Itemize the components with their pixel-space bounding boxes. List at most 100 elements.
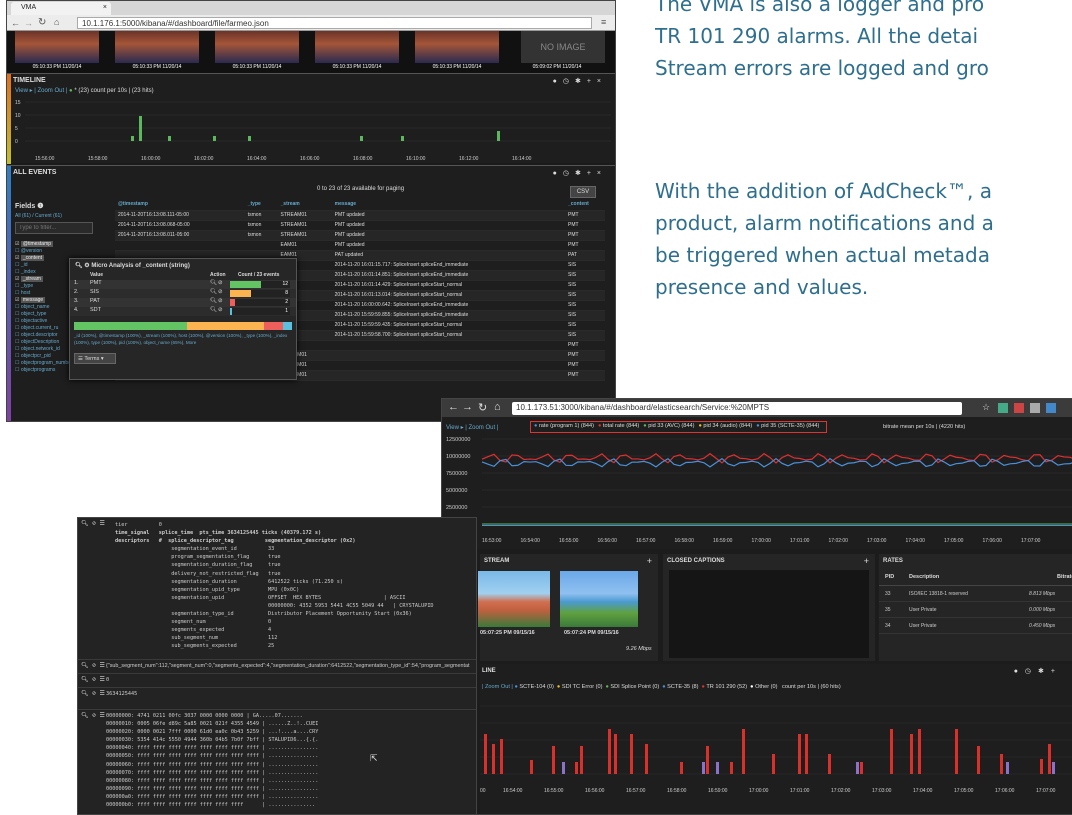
bitrate-controls[interactable]: View ▸ | Zoom Out | [446,424,498,431]
field-checkbox[interactable]: ☑ [15,276,21,282]
url-field[interactable]: 10.1.173.51:3000/kibana/#/dashboard/elas… [512,402,962,415]
table-row[interactable]: EAM01 PMT updated PMT [115,240,605,251]
field-item[interactable]: ☐ objectDescription [15,339,75,346]
block-icon[interactable]: ⊘ [218,289,223,295]
extension-icon[interactable] [1014,403,1024,413]
field-item[interactable]: ☐ object.descriptor [15,332,75,339]
micro-field-links[interactable]: _id (100%), @timestamp (100%), _stream (… [70,330,296,352]
legend-item[interactable]: ● SDI Splice Point (0) [605,684,659,690]
block-icon[interactable]: ⊘ [218,280,223,286]
add-icon[interactable]: + [587,78,597,85]
csv-button[interactable]: CSV [570,186,596,198]
link-icon[interactable]: ◷ [563,78,575,85]
field-checkbox[interactable]: ☑ [15,297,21,303]
block-icon[interactable]: ⊘ [92,712,96,719]
legend-item[interactable]: ● SDI TC Error (0) [557,684,603,690]
search-icon[interactable]: 🔍︎ [210,289,217,295]
column-header[interactable]: message [331,198,565,211]
extension-icon[interactable] [998,403,1008,413]
add-icon[interactable]: + [647,556,652,566]
field-item[interactable]: ☐ objectprogram_number [15,360,75,367]
field-item[interactable]: ☐ _id [15,262,75,269]
field-item[interactable]: ☐ @version [15,248,75,255]
search-icon[interactable]: 🔍︎ [81,520,89,527]
menu-icon[interactable]: ☰ [100,690,105,697]
search-icon[interactable]: 🔍︎ [210,298,217,304]
table-row[interactable]: 2014-11-20T16:13:08.068-05:00 tsmon STREAM… [115,220,605,231]
field-item[interactable]: ☐ object.network_id [15,346,75,353]
gear-icon[interactable]: ✱ [575,170,587,177]
field-item[interactable]: ☐ objectactive [15,318,75,325]
legend-item[interactable]: ● pid 33 (AVC) (844) [643,423,694,429]
legend-item[interactable]: ● SCTE-104 (0) [514,684,553,690]
video-thumbnail[interactable] [115,31,199,63]
field-item[interactable]: ☐ objectpcr_pid [15,353,75,360]
fields-count-link[interactable]: All (61) / Current (61) [15,213,62,219]
legend-item[interactable]: ● pid 35 (SCTE-35) (844) [756,423,819,429]
view-zoom-links[interactable]: View ▸ | Zoom Out | [15,88,67,94]
reload-icon[interactable]: ↻ [478,401,487,414]
link-icon[interactable]: ◷ [563,170,575,177]
home-icon[interactable]: ⌂ [494,401,501,413]
block-icon[interactable]: ⊘ [218,298,223,304]
add-icon[interactable]: + [587,170,597,177]
extension-icon[interactable] [1030,403,1040,413]
column-header[interactable]: _stream [277,198,332,211]
terms-button[interactable]: ☰ Terms ▾ [74,353,116,364]
info-icon[interactable]: ● [1014,668,1025,675]
search-icon[interactable]: 🔍︎ [81,712,89,719]
gear-icon[interactable]: ✱ [1038,668,1051,675]
search-icon[interactable]: 🔍︎ [81,662,89,669]
close-tab-icon[interactable]: × [103,4,107,11]
back-arrow-icon[interactable]: ← [448,401,459,413]
legend-item[interactable]: ● total rate (844) [598,423,639,429]
legend-item[interactable]: ● pid 34 (audio) (844) [698,423,752,429]
info-icon[interactable]: ● [553,170,563,177]
forward-arrow-icon[interactable]: → [462,401,473,413]
field-checkbox[interactable]: ☑ [15,241,21,247]
column-header[interactable]: _content [565,198,605,211]
field-item[interactable]: ☐ _index [15,269,75,276]
field-checkbox[interactable]: ☑ [15,255,21,261]
menu-icon[interactable]: ≡ [601,17,606,27]
browser-tab[interactable]: VMA × [11,2,111,15]
field-item[interactable]: ☑ @timestamp [15,241,75,248]
home-icon[interactable]: ⌂ [54,17,59,27]
block-icon[interactable]: ⊘ [92,520,96,527]
field-filter-input[interactable] [15,222,93,234]
legend-item[interactable]: ● Other (0) [750,684,777,690]
add-icon[interactable]: + [1051,668,1062,675]
search-icon[interactable]: 🔍︎ [210,307,217,313]
search-icon[interactable]: 🔍︎ [81,690,89,697]
search-icon[interactable]: 🔍︎ [81,676,89,683]
zoom-out-link[interactable]: | Zoom Out | [482,684,513,690]
menu-icon[interactable]: ☰ [100,520,105,527]
legend-item[interactable]: ● SCTE-35 (8) [662,684,698,690]
back-arrow-icon[interactable]: ← [11,18,20,28]
video-thumbnail[interactable] [415,31,499,63]
extension-icon[interactable] [1046,403,1056,413]
block-icon[interactable]: ⊘ [92,690,96,697]
close-icon[interactable]: × [597,170,607,177]
info-icon[interactable]: ● [553,78,563,85]
field-item[interactable]: ☑ _content [15,255,75,262]
block-icon[interactable]: ⊘ [92,662,96,669]
field-item[interactable]: ☐ objectprograms [15,367,75,374]
field-item[interactable]: ☐ _type [15,283,75,290]
url-field[interactable]: 10.1.176.1:5000/kibana/#/dashboard/file/… [77,17,592,29]
search-icon[interactable]: 🔍︎ [210,280,217,286]
menu-icon[interactable]: ☰ [100,676,105,683]
field-item[interactable]: ☐ object_name [15,304,75,311]
column-header[interactable]: @timestamp [115,198,245,211]
video-thumbnail[interactable] [215,31,299,63]
legend-item[interactable]: ● rate (program 1) (844) [534,423,594,429]
gear-icon[interactable]: ✱ [575,78,587,85]
column-header[interactable]: _type [244,198,278,211]
add-icon[interactable]: + [864,556,869,566]
reload-icon[interactable]: ↻ [38,17,46,28]
menu-icon[interactable]: ☰ [100,662,105,669]
block-icon[interactable]: ⊘ [218,307,223,313]
forward-arrow-icon[interactable]: → [24,18,33,28]
star-icon[interactable]: ☆ [982,402,990,413]
field-item[interactable]: ☐ object.current_ru [15,325,75,332]
